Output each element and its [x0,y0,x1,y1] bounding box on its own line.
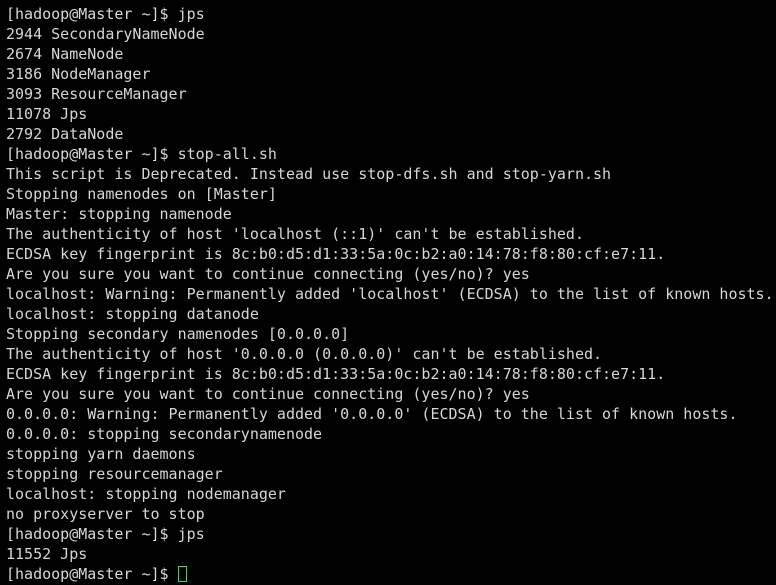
terminal-output-line: localhost: Warning: Permanently added 'l… [6,284,776,304]
output-text: 2792 DataNode [6,125,124,143]
output-text: stopping resourcemanager [6,465,223,483]
shell-command-text: stop-all.sh [177,145,277,163]
terminal-command-line: [hadoop@Master ~]$ jps [6,524,776,544]
terminal-output-line: The authenticity of host '0.0.0.0 (0.0.0… [6,344,776,364]
terminal-output-line: no proxyserver to stop [6,504,776,524]
shell-command-text: jps [177,5,205,23]
output-text: localhost: stopping datanode [6,305,259,323]
terminal-output-line: stopping resourcemanager [6,464,776,484]
output-text: 2674 NameNode [6,45,124,63]
terminal-output-line: Stopping secondary namenodes [0.0.0.0] [6,324,776,344]
terminal-output-line: Stopping namenodes on [Master] [6,184,776,204]
output-text: stopping yarn daemons [6,445,196,463]
terminal-output-line: 2674 NameNode [6,44,776,64]
terminal-output-line: 2792 DataNode [6,124,776,144]
output-text: 11078 Jps [6,105,88,123]
terminal-output-line: 3186 NodeManager [6,64,776,84]
output-text: localhost: stopping nodemanager [6,485,286,503]
output-text: no proxyserver to stop [6,505,205,523]
output-text: The authenticity of host '0.0.0.0 (0.0.0… [6,345,603,363]
output-text: 3186 NodeManager [6,65,151,83]
terminal-output-line: ECDSA key fingerprint is 8c:b0:d5:d1:33:… [6,244,776,264]
output-text: This script is Deprecated. Instead use s… [6,165,612,183]
terminal-screen[interactable]: [hadoop@Master ~]$ jps 2944 SecondaryName… [6,4,776,584]
terminal-command-line: [hadoop@Master ~]$ jps [6,4,776,24]
terminal-output-line: 11552 Jps [6,544,776,564]
shell-prompt: [hadoop@Master ~]$ [6,565,178,583]
output-text: 0.0.0.0: Warning: Permanently added '0.0… [6,405,738,423]
terminal-output-line: 3093 ResourceManager [6,84,776,104]
output-text: 11552 Jps [6,545,88,563]
terminal-output-line: 2944 SecondaryNameNode [6,24,776,44]
output-text: 0.0.0.0: stopping secondarynamenode [6,425,323,443]
output-text: localhost: Warning: Permanently added 'l… [6,285,774,303]
terminal-command-line: [hadoop@Master ~]$ stop-all.sh [6,144,776,164]
output-text: Are you sure you want to continue connec… [6,385,530,403]
output-text: The authenticity of host 'localhost (::1… [6,225,584,243]
terminal-active-prompt-line: [hadoop@Master ~]$ [6,564,776,584]
output-text: ECDSA key fingerprint is 8c:b0:d5:d1:33:… [6,245,666,263]
output-text: Stopping secondary namenodes [0.0.0.0] [6,325,350,343]
terminal-output-line: localhost: stopping nodemanager [6,484,776,504]
shell-prompt: [hadoop@Master ~]$ [6,145,178,163]
terminal-output-line: ECDSA key fingerprint is 8c:b0:d5:d1:33:… [6,364,776,384]
terminal-output-line: Are you sure you want to continue connec… [6,384,776,404]
terminal-output-line: This script is Deprecated. Instead use s… [6,164,776,184]
output-text: ECDSA key fingerprint is 8c:b0:d5:d1:33:… [6,365,666,383]
output-text: Are you sure you want to continue connec… [6,265,530,283]
output-text: 3093 ResourceManager [6,85,187,103]
output-text: Stopping namenodes on [Master] [6,185,277,203]
shell-prompt: [hadoop@Master ~]$ [6,5,178,23]
shell-command-text: jps [177,525,205,543]
output-text: 2944 SecondaryNameNode [6,25,205,43]
terminal-output-line: Are you sure you want to continue connec… [6,264,776,284]
shell-prompt: [hadoop@Master ~]$ [6,525,178,543]
terminal-output-line: localhost: stopping datanode [6,304,776,324]
terminal-output-line: Master: stopping namenode [6,204,776,224]
text-cursor[interactable] [177,566,187,582]
output-text: Master: stopping namenode [6,205,232,223]
terminal-window[interactable]: [hadoop@Master ~]$ jps 2944 SecondaryName… [0,0,776,585]
terminal-output-line: The authenticity of host 'localhost (::1… [6,224,776,244]
terminal-output-line: 0.0.0.0: Warning: Permanently added '0.0… [6,404,776,424]
terminal-output-line: 11078 Jps [6,104,776,124]
terminal-output-line: 0.0.0.0: stopping secondarynamenode [6,424,776,444]
terminal-output-line: stopping yarn daemons [6,444,776,464]
